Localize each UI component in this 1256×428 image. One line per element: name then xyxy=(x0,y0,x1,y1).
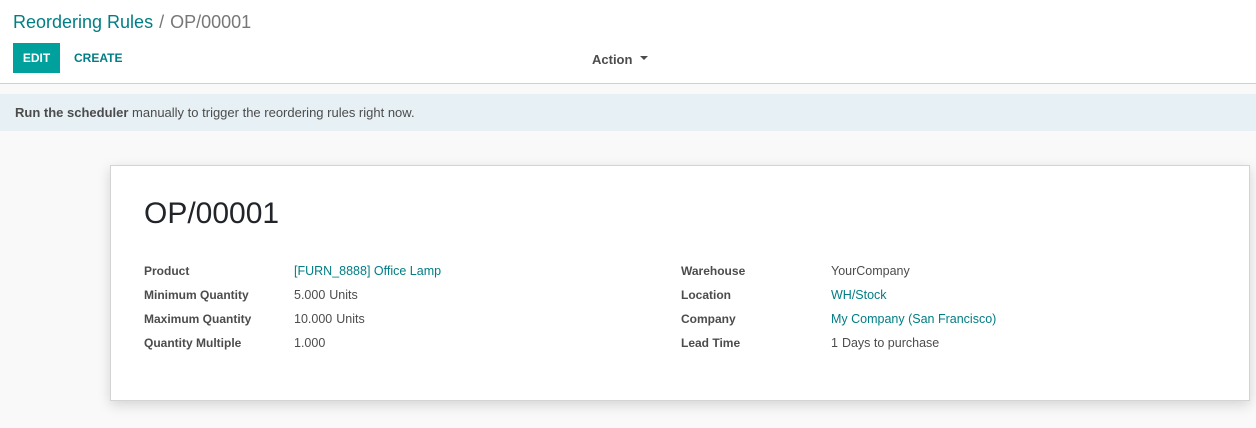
minimum-quantity-value: 5.000 xyxy=(294,288,326,302)
edit-button[interactable]: EDIT xyxy=(13,43,60,73)
action-dropdown-label: Action xyxy=(592,51,633,67)
maximum-quantity-unit: Units xyxy=(336,312,365,326)
caret-down-icon xyxy=(640,55,649,60)
field-label: Quantity Multiple xyxy=(144,336,242,350)
control-panel: Reordering Rules / OP/00001 EDIT CREATE Ac… xyxy=(0,0,1256,84)
quantity-multiple-value: 1.000 xyxy=(294,336,326,350)
field-label: Minimum Quantity xyxy=(144,288,249,302)
field-label: Lead Time xyxy=(681,336,741,350)
create-button[interactable]: CREATE xyxy=(66,43,130,73)
field-label: Warehouse xyxy=(681,264,746,278)
field-value: 5.000 Units xyxy=(294,286,358,304)
company-link[interactable]: My Company (San Francisco) xyxy=(831,310,996,328)
lead-time-value: 1 xyxy=(831,336,838,350)
breadcrumb: Reordering Rules / OP/00001 xyxy=(13,10,251,34)
field-label: Company xyxy=(681,312,736,326)
field-label: Location xyxy=(681,288,731,302)
action-dropdown[interactable]: Action xyxy=(592,50,649,68)
lead-time-unit: Days to purchase xyxy=(841,336,940,350)
breadcrumb-parent-link[interactable]: Reordering Rules xyxy=(13,12,153,32)
maximum-quantity-value: 10.000 xyxy=(294,312,333,326)
warehouse-value: YourCompany xyxy=(831,264,910,278)
run-scheduler-link[interactable]: Run the scheduler xyxy=(15,105,128,120)
minimum-quantity-unit: Units xyxy=(329,288,358,302)
breadcrumb-separator: / xyxy=(159,12,165,32)
breadcrumb-current: OP/00001 xyxy=(170,12,252,32)
record-title: OP/00001 xyxy=(144,197,280,230)
product-link[interactable]: [FURN_8888] Office Lamp xyxy=(294,262,441,280)
location-link[interactable]: WH/Stock xyxy=(831,286,887,304)
field-label: Maximum Quantity xyxy=(144,312,252,326)
alert-text: manually to trigger the reordering rules… xyxy=(128,105,415,120)
field-value: 10.000 Units xyxy=(294,310,365,328)
field-label: Product xyxy=(144,264,190,278)
field-value: 1 Days to purchase xyxy=(831,334,939,352)
form-sheet: OP/00001 Product [FURN_8888] Office Lamp… xyxy=(110,165,1250,401)
scheduler-alert: Run the scheduler manually to trigger th… xyxy=(0,94,1256,131)
